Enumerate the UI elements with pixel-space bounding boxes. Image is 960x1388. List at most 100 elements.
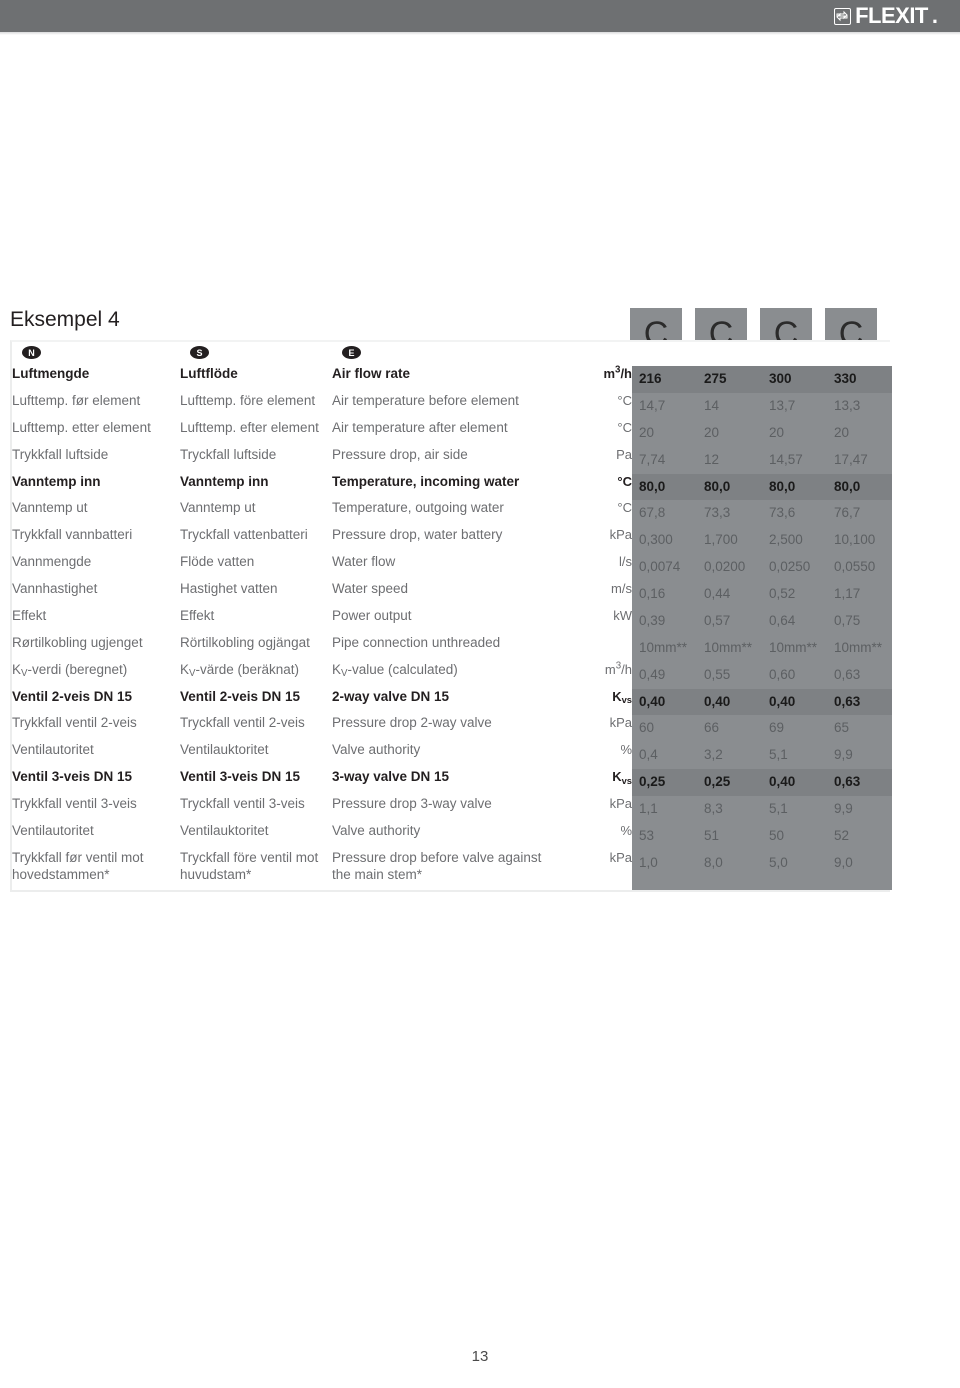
- value-cell-text: 66: [697, 715, 762, 743]
- value-cell-text: 275: [697, 366, 762, 393]
- unit-label: Pa: [616, 446, 632, 462]
- unit-label: °C: [617, 500, 632, 516]
- value-cell: 0,75: [827, 607, 892, 635]
- value-cell-text: 73,6: [762, 500, 827, 528]
- value-cell: 13,3: [827, 392, 892, 420]
- value-cell: 0,63: [827, 688, 892, 716]
- label-se: Ventil 3-veis DN 15: [180, 769, 301, 785]
- value-cell: 73,3: [697, 500, 762, 528]
- table-row: Trykkfall luftside Tryckfall luftside Pres…: [12, 446, 892, 474]
- value-cell-text: 0,44: [697, 581, 762, 608]
- value-cell: 0,55: [697, 661, 762, 689]
- value-cell: 80,0: [632, 473, 697, 501]
- unit-label: m3/h: [604, 660, 632, 677]
- value-cell: 51: [697, 822, 762, 850]
- label-se: Effekt: [180, 607, 215, 623]
- label-en: Pressure drop 2-way valve: [332, 715, 492, 731]
- page-header-bar: FLEXIT .: [0, 0, 960, 32]
- unit-label: l/s: [619, 554, 632, 570]
- value-cell: 14,7: [632, 392, 697, 420]
- label-en: Valve authority: [332, 822, 421, 838]
- label-no: Vanntemp ut: [12, 500, 88, 516]
- unit-label: kPa: [609, 715, 632, 731]
- value-cell: 1,0: [632, 849, 697, 890]
- table-row: Lufttemp. før element Lufttemp. före elem…: [12, 392, 892, 420]
- value-cell: 0,40: [762, 688, 827, 716]
- value-cell: 20: [632, 419, 697, 447]
- table-row: Lufttemp. etter element Lufttemp. efter e…: [12, 419, 892, 447]
- language-badges-row: NSE: [12, 342, 890, 366]
- table-row: Ventilautoritet Ventilauktoritet Valve aut…: [12, 822, 892, 850]
- value-cell: 3,2: [697, 742, 762, 770]
- flexit-logo: FLEXIT .: [834, 5, 938, 27]
- value-cell: 66: [697, 715, 762, 743]
- value-cell-text: 0,64: [762, 607, 827, 635]
- unit-label: °C: [617, 473, 632, 489]
- language-badge-s: S: [190, 346, 209, 359]
- value-cell: 10mm**: [632, 634, 697, 662]
- value-cell-text: 10mm**: [762, 634, 827, 662]
- label-no: Vannhastighet: [12, 581, 98, 596]
- table-row: Vannhastighet Hastighet vatten Water speed…: [12, 581, 892, 608]
- value-cell-text: 0,63: [827, 769, 892, 796]
- value-cell: 0,63: [827, 769, 892, 796]
- value-cell-text: 0,57: [697, 607, 762, 635]
- header-shadow-divider: [0, 32, 960, 35]
- value-cell: 0,300: [632, 527, 697, 555]
- value-cell: 20: [827, 419, 892, 447]
- label-en: Air temperature before element: [332, 392, 519, 408]
- label-se: Tryckfall före ventil mot huvudstam*: [180, 849, 319, 882]
- value-cell-text: 9,0: [827, 849, 892, 890]
- label-en: Power output: [332, 607, 412, 623]
- value-cell-text: 60: [632, 715, 697, 743]
- value-cell: 80,0: [697, 473, 762, 501]
- value-cell: 0,40: [762, 769, 827, 796]
- value-cell: 0,39: [632, 607, 697, 635]
- value-cell-text: 0,75: [827, 607, 892, 635]
- unit-label: Kvs: [612, 688, 632, 706]
- specification-table-wrapper: CCCC NSE Luftmengde Luftflöde Air flow rat…: [10, 308, 892, 892]
- value-cell-text: 0,40: [762, 688, 827, 716]
- label-se: Tryckfall vattenbatteri: [180, 527, 308, 543]
- value-cell: 0,0550: [827, 554, 892, 581]
- label-en: Water flow: [332, 554, 396, 570]
- specification-table-body: Luftmengde Luftflöde Air flow rate m3/h 216 2…: [12, 365, 892, 890]
- value-cell-text: 0,40: [762, 769, 827, 796]
- label-no: Trykkfall ventil 2-veis: [12, 715, 137, 731]
- page-number: 13: [471, 1348, 489, 1365]
- value-cell-text: 5,1: [762, 742, 827, 770]
- label-no: Trykkfall ventil 3-veis: [12, 796, 137, 811]
- table-row: Ventil 2-veis DN 15 Ventil 2-veis DN 15 2-…: [12, 688, 892, 716]
- value-cell-text: 20: [827, 419, 892, 447]
- value-cell-text: 0,0074: [632, 554, 697, 581]
- value-cell-text: 0,40: [697, 688, 762, 716]
- label-no: Ventil 2-veis DN 15: [12, 688, 133, 704]
- label-no: Ventil 3-veis DN 15: [12, 769, 133, 785]
- value-cell: 0,40: [697, 688, 762, 716]
- value-cell-text: 9,9: [827, 796, 892, 823]
- value-cell-text: 52: [827, 822, 892, 850]
- value-cell-text: 0,25: [632, 769, 697, 796]
- value-cell-text: 67,8: [632, 500, 697, 528]
- label-no: Vannmengde: [12, 554, 92, 570]
- value-cell-text: 20: [762, 419, 827, 447]
- value-cell-text: 0,40: [632, 688, 697, 716]
- specification-table-panel: N S E Luftmengde Luftflöde Air flow rate m3/h…: [10, 340, 892, 892]
- value-cell-text: 2,500: [762, 527, 827, 555]
- value-cell-text: 300: [762, 366, 827, 393]
- value-cell-text: 0,25: [697, 769, 762, 796]
- label-se: Ventil 2-veis DN 15: [180, 688, 301, 704]
- value-cell: 0,25: [697, 769, 762, 796]
- label-se: Ventilauktoritet: [180, 822, 269, 838]
- value-cell-text: 0,49: [632, 661, 697, 689]
- value-cell: 300: [762, 366, 827, 393]
- label-se: Hastighet vatten: [180, 581, 278, 596]
- value-cell-text: 13,7: [762, 392, 827, 420]
- value-cell: 0,0200: [697, 554, 762, 581]
- label-no: Trykkfall vannbatteri: [12, 527, 133, 543]
- value-cell-text: 14: [697, 392, 762, 420]
- value-cell: 9,9: [827, 796, 892, 823]
- unit-label: °C: [617, 419, 632, 435]
- value-cell: 65: [827, 715, 892, 743]
- value-cell-text: 0,52: [762, 581, 827, 608]
